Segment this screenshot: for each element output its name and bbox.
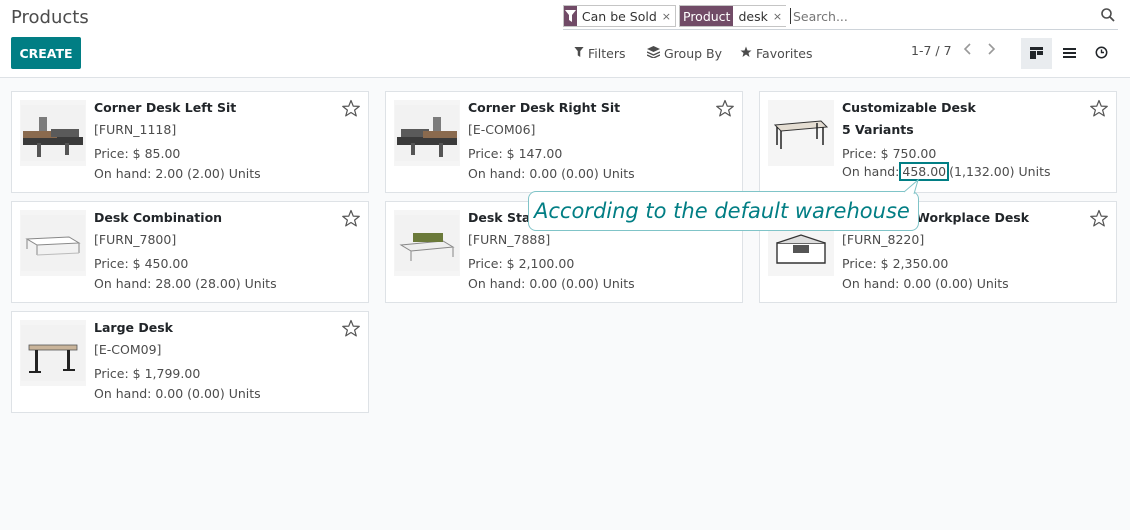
product-card-corner-desk-right-sit[interactable]: Corner Desk Right Sit [E-COM06] Price: $… xyxy=(385,91,743,193)
product-reference: [FURN_7888] xyxy=(468,232,551,247)
product-on-hand: On hand: 2.00 (2.00) Units xyxy=(94,166,261,181)
text-caret xyxy=(790,8,791,24)
facet-remove-icon[interactable]: × xyxy=(773,10,782,23)
product-on-hand: On hand: 0.00 (0.00) Units xyxy=(468,276,635,291)
group-by-label: Group By xyxy=(664,45,723,61)
favorite-star-icon[interactable] xyxy=(1090,209,1108,227)
facet-value: desk × xyxy=(733,6,787,26)
product-name: Customizable Desk xyxy=(842,100,976,115)
product-reference: [FURN_7800] xyxy=(94,232,177,247)
facet-value: Can be Sold × xyxy=(576,6,675,26)
product-image xyxy=(20,100,86,166)
kanban-view-button[interactable] xyxy=(1021,38,1052,69)
list-view-button[interactable] xyxy=(1054,38,1085,69)
favorite-star-icon[interactable] xyxy=(716,99,734,117)
product-name: Large Desk xyxy=(94,320,173,335)
facet-filter-label: Can be Sold xyxy=(581,8,657,24)
search-facet-can-be-sold[interactable]: Can be Sold × xyxy=(563,5,676,27)
filters-button[interactable]: Filters xyxy=(574,43,625,63)
group-by-button[interactable]: Group By xyxy=(646,43,723,63)
facet-field-value: desk xyxy=(738,8,768,24)
filters-label: Filters xyxy=(588,45,626,61)
product-price: Price: $ 2,100.00 xyxy=(468,256,575,271)
pager-value[interactable]: 1-7 / 7 xyxy=(911,43,952,58)
product-on-hand: On hand: 0.00 (0.00) Units xyxy=(842,276,1009,291)
kanban-icon xyxy=(1030,44,1043,63)
favorite-star-icon[interactable] xyxy=(342,209,360,227)
search-facet-product[interactable]: Product desk × xyxy=(679,5,787,27)
product-card-customizable-desk[interactable]: Customizable Desk 5 Variants Price: $ 75… xyxy=(759,91,1117,193)
product-name: Corner Desk Right Sit xyxy=(468,100,621,115)
create-button[interactable]: CREATE xyxy=(11,37,81,69)
favorite-star-icon[interactable] xyxy=(1090,99,1108,117)
filter-icon xyxy=(574,46,584,60)
search-input[interactable] xyxy=(793,6,1093,26)
clock-icon xyxy=(1095,44,1108,63)
product-price: Price: $ 750.00 xyxy=(842,146,937,161)
product-image xyxy=(394,100,460,166)
favorite-star-icon[interactable] xyxy=(342,319,360,337)
product-image xyxy=(20,210,86,276)
product-on-hand: On hand: 458.00 (1,132.00) Units xyxy=(842,162,1051,181)
product-on-hand: On hand: 0.00 (0.00) Units xyxy=(94,386,261,401)
favorites-button[interactable]: Favorites xyxy=(740,43,812,63)
product-image xyxy=(768,100,834,166)
product-name: Desk Combination xyxy=(94,210,223,225)
product-price: Price: $ 450.00 xyxy=(94,256,189,271)
annotation-tooltip: According to the default warehouse xyxy=(528,191,919,231)
search-bar[interactable]: Can be Sold × Product desk × xyxy=(563,3,1118,30)
facet-remove-icon[interactable]: × xyxy=(662,10,671,23)
product-price: Price: $ 2,350.00 xyxy=(842,256,949,271)
on-hand-prefix: On hand: xyxy=(842,164,900,179)
on-hand-suffix: (1,132.00) Units xyxy=(949,164,1051,179)
product-card-corner-desk-left-sit[interactable]: Corner Desk Left Sit [FURN_1118] Price: … xyxy=(11,91,369,193)
product-price: Price: $ 147.00 xyxy=(468,146,563,161)
product-image xyxy=(20,320,86,386)
product-reference: [FURN_8220] xyxy=(842,232,925,247)
product-image xyxy=(394,210,460,276)
layers-icon xyxy=(646,45,661,61)
product-reference: [FURN_1118] xyxy=(94,122,177,137)
product-variants: 5 Variants xyxy=(842,122,914,137)
product-on-hand: On hand: 0.00 (0.00) Units xyxy=(468,166,635,181)
list-icon xyxy=(1063,44,1076,63)
favorites-label: Favorites xyxy=(756,45,813,61)
search-icon[interactable] xyxy=(1100,7,1116,23)
chevron-left-icon[interactable] xyxy=(963,42,973,60)
product-reference: [E-COM09] xyxy=(94,342,162,357)
filter-icon xyxy=(564,6,577,26)
tooltip-tail xyxy=(904,178,919,195)
favorite-star-icon[interactable] xyxy=(342,99,360,117)
facet-field-label: Product xyxy=(680,6,734,26)
chevron-right-icon[interactable] xyxy=(986,42,996,60)
control-panel: Products CREATE Can be Sold × Product de… xyxy=(0,0,1130,78)
product-name: Corner Desk Left Sit xyxy=(94,100,237,115)
star-icon xyxy=(740,46,752,61)
product-card-large-desk[interactable]: Large Desk [E-COM09] Price: $ 1,799.00 O… xyxy=(11,311,369,413)
product-price: Price: $ 85.00 xyxy=(94,146,181,161)
product-card-desk-combination[interactable]: Desk Combination [FURN_7800] Price: $ 45… xyxy=(11,201,369,303)
page-title: Products xyxy=(11,7,89,28)
product-price: Price: $ 1,799.00 xyxy=(94,366,201,381)
product-reference: [E-COM06] xyxy=(468,122,536,137)
product-on-hand: On hand: 28.00 (28.00) Units xyxy=(94,276,277,291)
activity-view-button[interactable] xyxy=(1086,38,1117,69)
